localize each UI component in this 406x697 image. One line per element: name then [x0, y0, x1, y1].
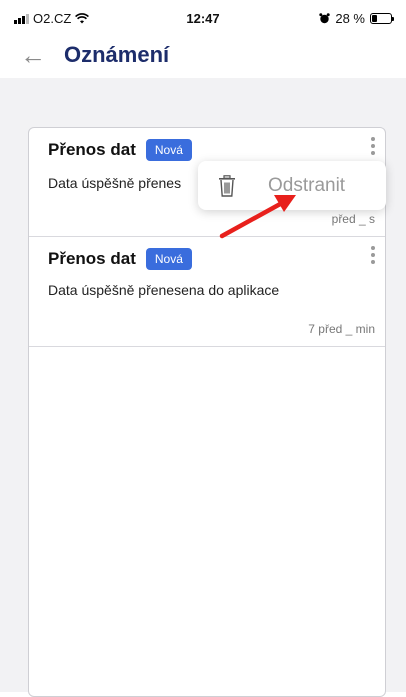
- page-title: Oznámení: [64, 42, 170, 67]
- notification-time: 7 před _ min: [308, 322, 375, 336]
- more-options-icon[interactable]: [370, 246, 376, 264]
- more-options-icon[interactable]: [370, 137, 376, 155]
- battery-fill: [372, 15, 378, 22]
- notification-item[interactable]: Přenos dat Nová Data úspěšně přenesena d…: [29, 237, 385, 347]
- back-arrow-icon[interactable]: ←: [20, 42, 46, 68]
- new-badge: Nová: [145, 248, 192, 270]
- notification-title: Přenos dat: [48, 249, 136, 268]
- status-bar: O2.CZ 12:47 28 %: [0, 0, 406, 32]
- status-right: 28 %: [319, 11, 394, 26]
- delete-label: Odstranit: [268, 174, 346, 196]
- trash-icon: [219, 174, 235, 197]
- notification-list: Přenos dat Nová Data úspěšně přenes před…: [28, 127, 386, 697]
- notification-title-row: Přenos dat Nová: [48, 139, 192, 161]
- battery-percent: 28 %: [335, 11, 365, 26]
- battery-icon: [370, 13, 394, 24]
- header: ← Oznámení: [0, 32, 406, 78]
- alarm-icon: [319, 13, 331, 24]
- new-badge: Nová: [145, 139, 192, 161]
- notification-time: před _ s: [331, 212, 375, 226]
- notification-body: Data úspěšně přenesena do aplikace: [48, 282, 280, 298]
- notification-body: Data úspěšně přenes: [48, 175, 182, 191]
- notification-title: Přenos dat: [48, 140, 136, 159]
- delete-menu-item[interactable]: Odstranit: [198, 161, 386, 210]
- notification-title-row: Přenos dat Nová: [48, 248, 192, 270]
